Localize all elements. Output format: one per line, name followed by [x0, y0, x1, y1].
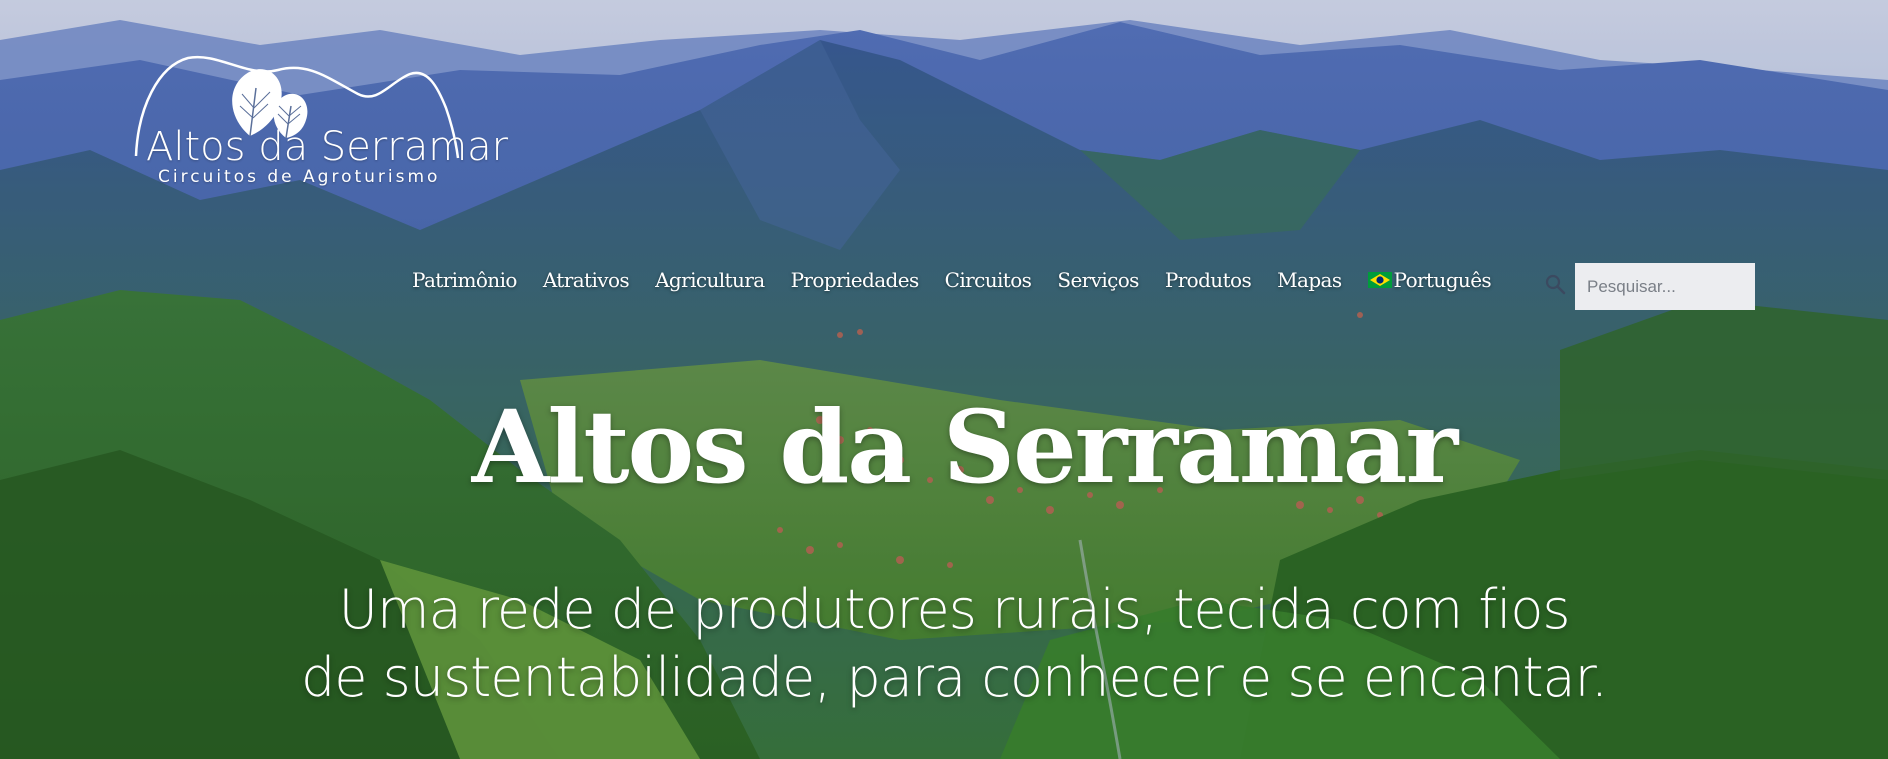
search-icon[interactable] [1544, 273, 1566, 295]
language-selector[interactable]: Português [1367, 268, 1492, 292]
hero-title: Altos da Serramar [471, 388, 1458, 506]
hero-subtitle: Uma rede de produtores rurais, tecida co… [0, 576, 1888, 712]
nav-item-agricultura[interactable]: Agricultura [655, 268, 765, 292]
brazil-flag-icon [1367, 272, 1392, 288]
nav-item-propriedades[interactable]: Propriedades [791, 268, 920, 292]
hero-subtitle-line-1: Uma rede de produtores rurais, tecida co… [338, 578, 1570, 641]
nav-item-circuitos[interactable]: Circuitos [945, 268, 1032, 292]
nav-item-produtos[interactable]: Produtos [1165, 268, 1252, 292]
main-navigation: Patrimônio Atrativos Agricultura Proprie… [412, 268, 1492, 292]
nav-item-patrimonio[interactable]: Patrimônio [412, 268, 517, 292]
hero-subtitle-line-2: de sustentabilidade, para conhecer e se … [300, 646, 1608, 709]
nav-item-servicos[interactable]: Serviços [1057, 268, 1139, 292]
hero-banner: Altos da Serramar Circuitos de Agroturis… [0, 0, 1888, 759]
language-label: Português [1393, 268, 1492, 292]
logo-name: Altos da Serramar [146, 124, 509, 170]
nav-item-mapas[interactable]: Mapas [1277, 268, 1342, 292]
site-logo[interactable]: Altos da Serramar Circuitos de Agroturis… [128, 48, 508, 198]
logo-tagline: Circuitos de Agroturismo [158, 167, 441, 187]
nav-item-atrativos[interactable]: Atrativos [543, 268, 630, 292]
search-input[interactable] [1575, 263, 1755, 310]
